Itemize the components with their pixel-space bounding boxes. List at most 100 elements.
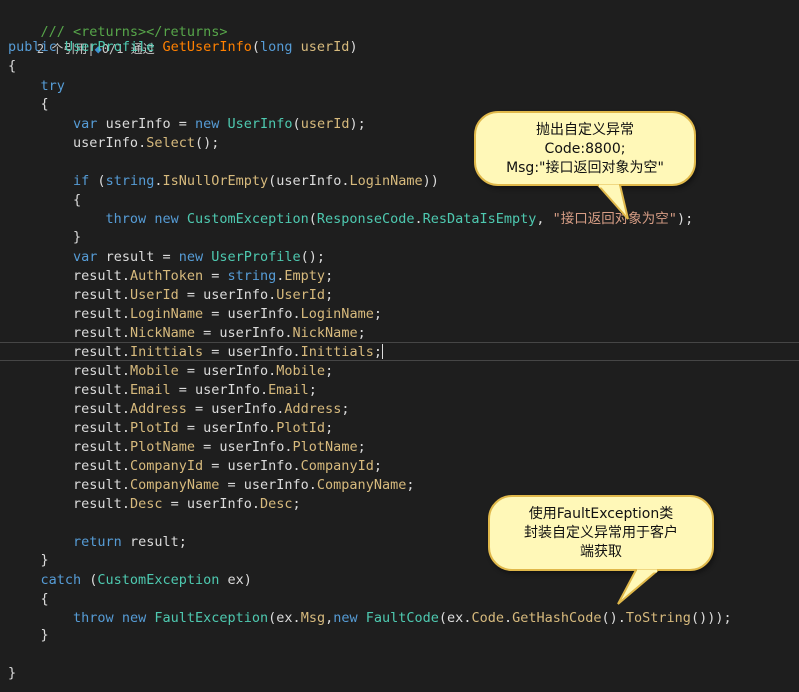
identifier: result: [73, 420, 122, 436]
code-line-assignment: result.NickName = userInfo.NickName;: [73, 325, 366, 341]
code-line-assignment: result.CompanyId = userInfo.CompanyId;: [73, 458, 382, 474]
identifier: result: [73, 268, 122, 284]
code-line: var userInfo = new UserInfo(userId);: [73, 116, 366, 132]
type-name: FaultCode: [365, 610, 439, 626]
property: Msg: [300, 610, 326, 626]
type-name: FaultException: [154, 610, 269, 626]
annotation-callout-custom-exception: 抛出自定义异常 Code:8800; Msg:"接口返回对象为空": [474, 111, 696, 220]
identifier: result: [73, 287, 122, 303]
property: Mobile: [129, 363, 179, 379]
identifier: userInfo: [194, 382, 261, 398]
param-name: userId: [300, 39, 350, 55]
brace: {: [40, 96, 49, 112]
identifier: result: [129, 534, 179, 550]
code-line-try: try: [8, 77, 65, 96]
keyword: new: [121, 610, 147, 626]
code-line-throw-custom: throw new CustomException(ResponseCode.R…: [105, 211, 694, 227]
callout-line: 抛出自定义异常: [536, 122, 634, 138]
property: LoginName: [300, 306, 374, 322]
code-line-assignment: result.Mobile = userInfo.Mobile;: [73, 363, 334, 379]
callout-line: 使用FaultException类: [528, 506, 674, 522]
property: LoginName: [129, 306, 204, 322]
identifier: result: [73, 325, 122, 341]
property: PlotId: [129, 420, 179, 436]
keyword: if: [73, 173, 90, 189]
identifier: userInfo: [243, 477, 309, 493]
method-call: Select: [146, 135, 195, 151]
keyword: return: [73, 534, 122, 550]
code-editor[interactable]: /// <returns></returns> 2 个引用|◆0/1 通过 pu…: [0, 0, 799, 692]
method-call: ToString: [625, 610, 691, 626]
code-line-catch: catch (CustomException ex): [40, 572, 252, 588]
code-line: {: [8, 57, 16, 76]
property: Address: [284, 401, 342, 417]
callout-tail-icon: [595, 184, 629, 220]
type-name: ResponseCode: [316, 211, 415, 227]
property: CompanyId: [129, 458, 204, 474]
code-line-assignment: result.AuthToken = string.Empty;: [73, 268, 334, 284]
identifier: userInfo: [227, 344, 293, 360]
identifier: userInfo: [227, 458, 293, 474]
identifier: result: [73, 496, 122, 512]
code-line-assignment: result.Address = userInfo.Address;: [73, 401, 350, 417]
keyword: try: [40, 78, 65, 94]
code-line: }: [8, 551, 49, 570]
identifier: result: [73, 458, 122, 474]
callout-line: Msg:"接口返回对象为空": [506, 160, 664, 176]
identifier: userInfo: [203, 363, 269, 379]
brace: {: [73, 192, 82, 208]
code-line: {: [8, 95, 49, 114]
keyword: catch: [40, 572, 82, 588]
property: Empty: [284, 268, 326, 284]
identifier: userInfo: [186, 496, 252, 512]
brace: }: [40, 552, 49, 568]
enum-member: ResDataIsEmpty: [422, 211, 537, 227]
property: Email: [129, 382, 171, 398]
code-line-return: return result;: [73, 534, 187, 550]
brace: }: [73, 229, 82, 245]
keyword: new: [333, 610, 358, 626]
code-line-assignment: result.PlotId = userInfo.PlotId;: [73, 420, 334, 436]
identifier: result: [73, 306, 122, 322]
property: PlotId: [276, 420, 326, 436]
code-line-assignment: result.PlotName = userInfo.PlotName;: [73, 439, 366, 455]
identifier: result: [105, 249, 155, 265]
code-line: {: [8, 191, 81, 210]
keyword: new: [154, 211, 179, 227]
property: Address: [129, 401, 187, 417]
code-line-assignment: result.Email = userInfo.Email;: [73, 382, 317, 398]
keyword: string: [105, 173, 155, 189]
keyword: new: [194, 116, 220, 132]
identifier: ex: [276, 610, 293, 626]
brace: {: [40, 591, 49, 607]
property: NickName: [292, 325, 358, 341]
code-line-assignment: result.LoginName = userInfo.LoginName;: [73, 306, 382, 322]
brace: }: [40, 627, 49, 643]
code-line: }: [8, 626, 49, 645]
keyword: var: [73, 116, 98, 132]
code-line-assignment: result.Inittials = userInfo.Inittials;: [73, 344, 383, 360]
property: CompanyName: [316, 477, 407, 493]
code-line-throw-fault: throw new FaultException(ex.Msg,new Faul…: [73, 610, 732, 626]
annotation-callout-fault-exception: 使用FaultException类 封装自定义异常用于客户 端获取: [488, 495, 714, 605]
code-line: {: [8, 590, 49, 609]
method-name: GetUserInfo: [162, 39, 252, 55]
callout-line: 端获取: [580, 544, 622, 560]
keyword: var: [73, 249, 98, 265]
identifier: userInfo: [227, 306, 293, 322]
property: Email: [268, 382, 309, 398]
keyword: throw: [105, 211, 147, 227]
identifier: userInfo: [203, 287, 269, 303]
property: Code: [471, 610, 504, 626]
property: Inittials: [129, 344, 204, 360]
code-line-assignment: result.Desc = userInfo.Desc;: [73, 496, 301, 512]
code-line: userInfo.Select();: [73, 135, 220, 151]
return-type: UserProfile: [64, 39, 155, 55]
property: AuthToken: [129, 268, 204, 284]
type-name: CustomException: [97, 572, 220, 588]
identifier: userInfo: [203, 420, 269, 436]
callout-tail-icon: [617, 569, 661, 605]
identifier: ex: [227, 572, 244, 588]
text-caret: [381, 344, 383, 359]
property: CompanyName: [129, 477, 220, 493]
